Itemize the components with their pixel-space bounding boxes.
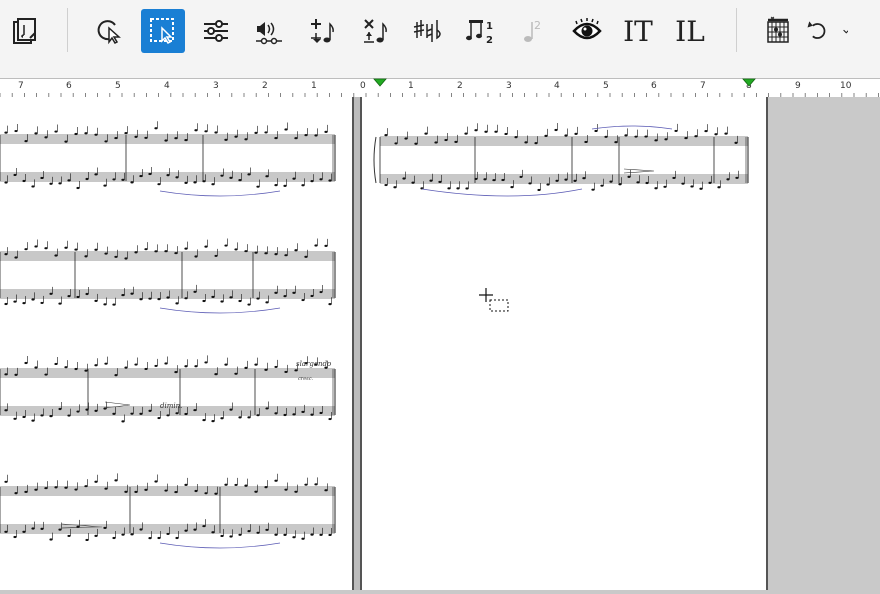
text-cursor-icon[interactable]: IT bbox=[616, 9, 660, 53]
horizontal-ruler: 7 6 5 4 3 2 1 0 1 2 3 4 5 6 7 8 9 10 bbox=[0, 78, 880, 98]
left-margin-marker[interactable] bbox=[373, 78, 387, 87]
speaker-icon[interactable] bbox=[247, 9, 291, 53]
toolbar-separator bbox=[67, 8, 68, 52]
tuplet-icon[interactable]: 12 bbox=[459, 9, 503, 53]
pointer-icon[interactable] bbox=[88, 9, 132, 53]
x-note-icon[interactable] bbox=[353, 9, 397, 53]
lyrics-cursor-icon[interactable]: IL bbox=[668, 9, 712, 53]
svg-text:2: 2 bbox=[486, 35, 493, 46]
left-page-notation bbox=[0, 121, 336, 549]
right-margin-marker[interactable] bbox=[742, 78, 756, 87]
right-page-notation bbox=[373, 123, 749, 197]
sharp-natural-flat-icon[interactable] bbox=[406, 9, 450, 53]
score-page-left[interactable]: slargando cresc. dimin. bbox=[0, 97, 352, 590]
sliders-icon[interactable] bbox=[194, 9, 238, 53]
voice-note-icon[interactable]: 2 bbox=[512, 9, 556, 53]
svg-text:1: 1 bbox=[486, 21, 493, 32]
svg-text:2: 2 bbox=[534, 19, 541, 32]
canvas-background bbox=[766, 97, 880, 590]
slargando-marking: slargando bbox=[296, 360, 332, 368]
range-select-icon[interactable] bbox=[141, 9, 185, 53]
lyrics-insert-label: IL bbox=[675, 14, 705, 48]
score-document-icon[interactable] bbox=[3, 9, 47, 53]
toolbar-separator bbox=[736, 8, 737, 52]
chord-grid-icon[interactable] bbox=[756, 9, 800, 53]
page-gutter bbox=[352, 97, 362, 590]
plus-note-icon[interactable] bbox=[300, 9, 344, 53]
score-page-right[interactable] bbox=[362, 97, 766, 590]
main-toolbar: 12 2 IT IL bbox=[0, 0, 880, 63]
range-select-cursor bbox=[479, 288, 509, 312]
ruler-margin bbox=[0, 62, 880, 78]
eye-icon[interactable] bbox=[565, 9, 609, 53]
undo-icon[interactable] bbox=[804, 9, 848, 53]
text-insert-label: IT bbox=[623, 14, 653, 48]
dimin-marking: dimin. bbox=[160, 402, 183, 410]
cresc-marking: cresc. bbox=[298, 376, 314, 382]
